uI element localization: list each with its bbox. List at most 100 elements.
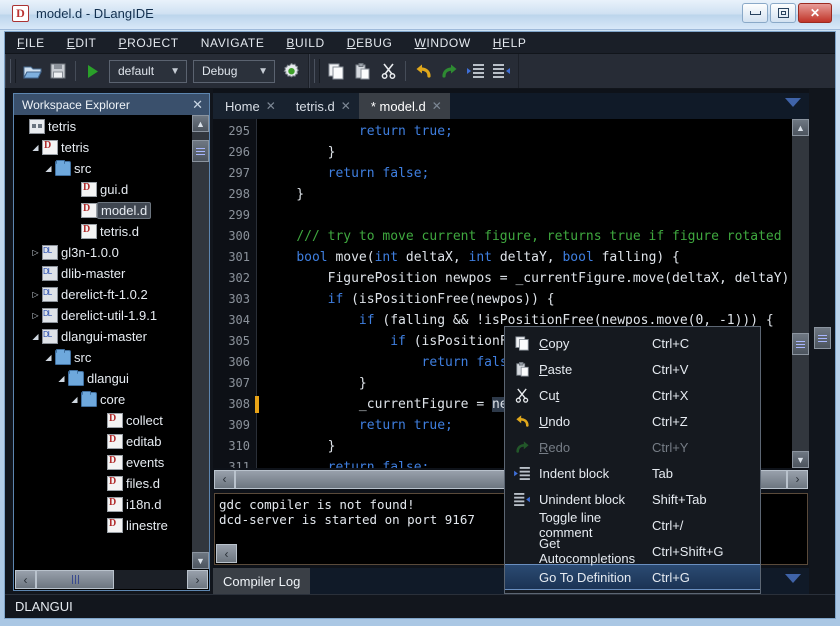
indent-block-button[interactable] — [462, 58, 488, 84]
expand-arrow-open-icon[interactable]: ◢ — [29, 143, 42, 152]
context-menu-item-copy[interactable]: CopyCtrl+C — [505, 330, 760, 356]
menu-project[interactable]: PROJECT — [119, 36, 179, 50]
maximize-button[interactable] — [770, 3, 796, 23]
menu-file[interactable]: FFILEILE — [17, 36, 45, 50]
chevron-down-icon[interactable] — [785, 98, 801, 107]
expand-arrow-closed-icon[interactable]: ▷ — [29, 311, 42, 320]
context-menu-item-cut[interactable]: CutCtrl+X — [505, 382, 760, 408]
expand-arrow-open-icon[interactable]: ◢ — [68, 395, 81, 404]
close-icon[interactable]: ✕ — [266, 99, 276, 113]
paste-button[interactable] — [349, 58, 375, 84]
scroll-up-button[interactable]: ▲ — [192, 115, 209, 132]
context-menu-item-go-to-definition[interactable]: Go To DefinitionCtrl+G — [505, 564, 760, 590]
scroll-right-button[interactable]: › — [187, 570, 208, 589]
editor-vertical-scrollbar[interactable]: ▲ ▼ — [792, 119, 809, 468]
expand-arrow-open-icon[interactable]: ◢ — [29, 332, 42, 341]
tab-model-d[interactable]: * model.d ✕ — [359, 93, 450, 119]
tree-item-tetris[interactable]: ◢tetris — [14, 137, 209, 158]
menu-help[interactable]: HELP — [493, 36, 527, 50]
tree-item-i18n-d[interactable]: ·i18n.d — [14, 494, 209, 515]
scroll-right-button[interactable]: › — [787, 470, 808, 489]
menu-debug[interactable]: DEBUG — [347, 36, 393, 50]
tree-vertical-scrollbar[interactable]: ▲ ▼ — [192, 115, 209, 569]
tree-item-dlib-master[interactable]: ·dlib-master — [14, 263, 209, 284]
copy-button[interactable] — [323, 58, 349, 84]
context-menu-item-paste[interactable]: PasteCtrl+V — [505, 356, 760, 382]
toolbar-grip[interactable] — [10, 59, 16, 83]
tree-item-model-d[interactable]: ·model.d — [14, 200, 209, 221]
scrollbar-thumb[interactable] — [36, 570, 114, 589]
tree-item-core[interactable]: ◢core — [14, 389, 209, 410]
menu-navigate[interactable]: NAVIGATE — [201, 36, 265, 50]
tree-horizontal-scrollbar[interactable]: ‹ › — [14, 569, 209, 590]
code-line[interactable]: /// try to move current figure, returns … — [257, 226, 792, 247]
tree-item-tetris[interactable]: ·tetris — [14, 116, 209, 137]
close-icon[interactable]: ✕ — [192, 98, 203, 111]
scrollbar-thumb[interactable] — [792, 333, 809, 355]
build-config-select[interactable]: Debug ▼ — [193, 60, 275, 83]
toolbar-grip[interactable] — [314, 59, 320, 83]
tree-item-editab[interactable]: ·editab — [14, 431, 209, 452]
tree-item-src[interactable]: ◢src — [14, 158, 209, 179]
tree-item-gl3n-1-0-0[interactable]: ▷gl3n-1.0.0 — [14, 242, 209, 263]
tree-item-dlangui-master[interactable]: ◢dlangui-master — [14, 326, 209, 347]
context-menu-item-toggle-line-comment[interactable]: Toggle line commentCtrl+/ — [505, 512, 760, 538]
configuration-select[interactable]: default ▼ — [109, 60, 187, 83]
run-button[interactable] — [80, 58, 106, 84]
open-file-button[interactable] — [19, 58, 45, 84]
context-menu-item-unindent-block[interactable]: Unindent blockShift+Tab — [505, 486, 760, 512]
tab-compiler-log[interactable]: Compiler Log — [213, 568, 310, 594]
tree-item-files-d[interactable]: ·files.d — [14, 473, 209, 494]
menu-edit[interactable]: EDIT — [67, 36, 97, 50]
code-line[interactable] — [257, 205, 792, 226]
tree-item-derelict-util-1-9-1[interactable]: ▷derelict-util-1.9.1 — [14, 305, 209, 326]
scrollbar-thumb[interactable] — [192, 140, 209, 162]
scroll-up-button[interactable]: ▲ — [792, 119, 809, 136]
scroll-down-button[interactable]: ▼ — [792, 451, 809, 468]
expand-arrow-closed-icon[interactable]: ▷ — [29, 290, 42, 299]
tree-item-dlangui[interactable]: ◢dlangui — [14, 368, 209, 389]
code-line[interactable]: } — [257, 142, 792, 163]
expand-arrow-open-icon[interactable]: ◢ — [55, 374, 68, 383]
project-settings-button[interactable] — [278, 58, 304, 84]
tree-item-tetris-d[interactable]: ·tetris.d — [14, 221, 209, 242]
scrollbar-track[interactable] — [792, 136, 809, 451]
menu-build[interactable]: BUILD — [286, 36, 324, 50]
cut-button[interactable] — [375, 58, 401, 84]
tree-item-src[interactable]: ◢src — [14, 347, 209, 368]
scroll-down-button[interactable]: ▼ — [192, 552, 209, 569]
editor-context-menu[interactable]: CopyCtrl+CPasteCtrl+VCutCtrl+XUndoCtrl+Z… — [504, 326, 761, 594]
redo-button[interactable] — [436, 58, 462, 84]
scrollbar-track[interactable] — [36, 570, 187, 589]
tab-home[interactable]: Home ✕ — [213, 93, 284, 119]
dock-handle[interactable] — [814, 327, 831, 349]
code-line[interactable]: FigurePosition newpos = _currentFigure.m… — [257, 268, 792, 289]
scroll-left-button[interactable]: ‹ — [214, 470, 235, 489]
close-icon[interactable]: ✕ — [341, 99, 351, 113]
save-file-button[interactable] — [45, 58, 71, 84]
tree-item-events[interactable]: ·events — [14, 452, 209, 473]
tree-item-derelict-ft-1-0-2[interactable]: ▷derelict-ft-1.0.2 — [14, 284, 209, 305]
unindent-block-button[interactable] — [488, 58, 514, 84]
context-menu-item-get-autocompletions[interactable]: Get AutocompletionsCtrl+Shift+G — [505, 538, 760, 564]
expand-arrow-open-icon[interactable]: ◢ — [42, 164, 55, 173]
menu-window[interactable]: WINDOW — [414, 36, 470, 50]
close-icon[interactable]: ✕ — [432, 99, 442, 113]
tree-item-linestre[interactable]: ·linestre — [14, 515, 209, 536]
code-line[interactable]: return true; — [257, 121, 792, 142]
code-line[interactable]: return false; — [257, 163, 792, 184]
context-menu-item-undo[interactable]: UndoCtrl+Z — [505, 408, 760, 434]
scroll-left-button[interactable]: ‹ — [216, 544, 237, 563]
minimize-button[interactable] — [742, 3, 768, 23]
close-button[interactable]: ✕ — [798, 3, 832, 23]
tree-item-gui-d[interactable]: ·gui.d — [14, 179, 209, 200]
expand-arrow-closed-icon[interactable]: ▷ — [29, 248, 42, 257]
tab-tetris-d[interactable]: tetris.d ✕ — [284, 93, 359, 119]
code-line[interactable]: if (isPositionFree(newpos)) { — [257, 289, 792, 310]
code-line[interactable]: } — [257, 184, 792, 205]
expand-arrow-open-icon[interactable]: ◢ — [42, 353, 55, 362]
context-menu-item-indent-block[interactable]: Indent blockTab — [505, 460, 760, 486]
tree-item-collect[interactable]: ·collect — [14, 410, 209, 431]
undo-button[interactable] — [410, 58, 436, 84]
chevron-down-icon[interactable] — [785, 574, 801, 583]
